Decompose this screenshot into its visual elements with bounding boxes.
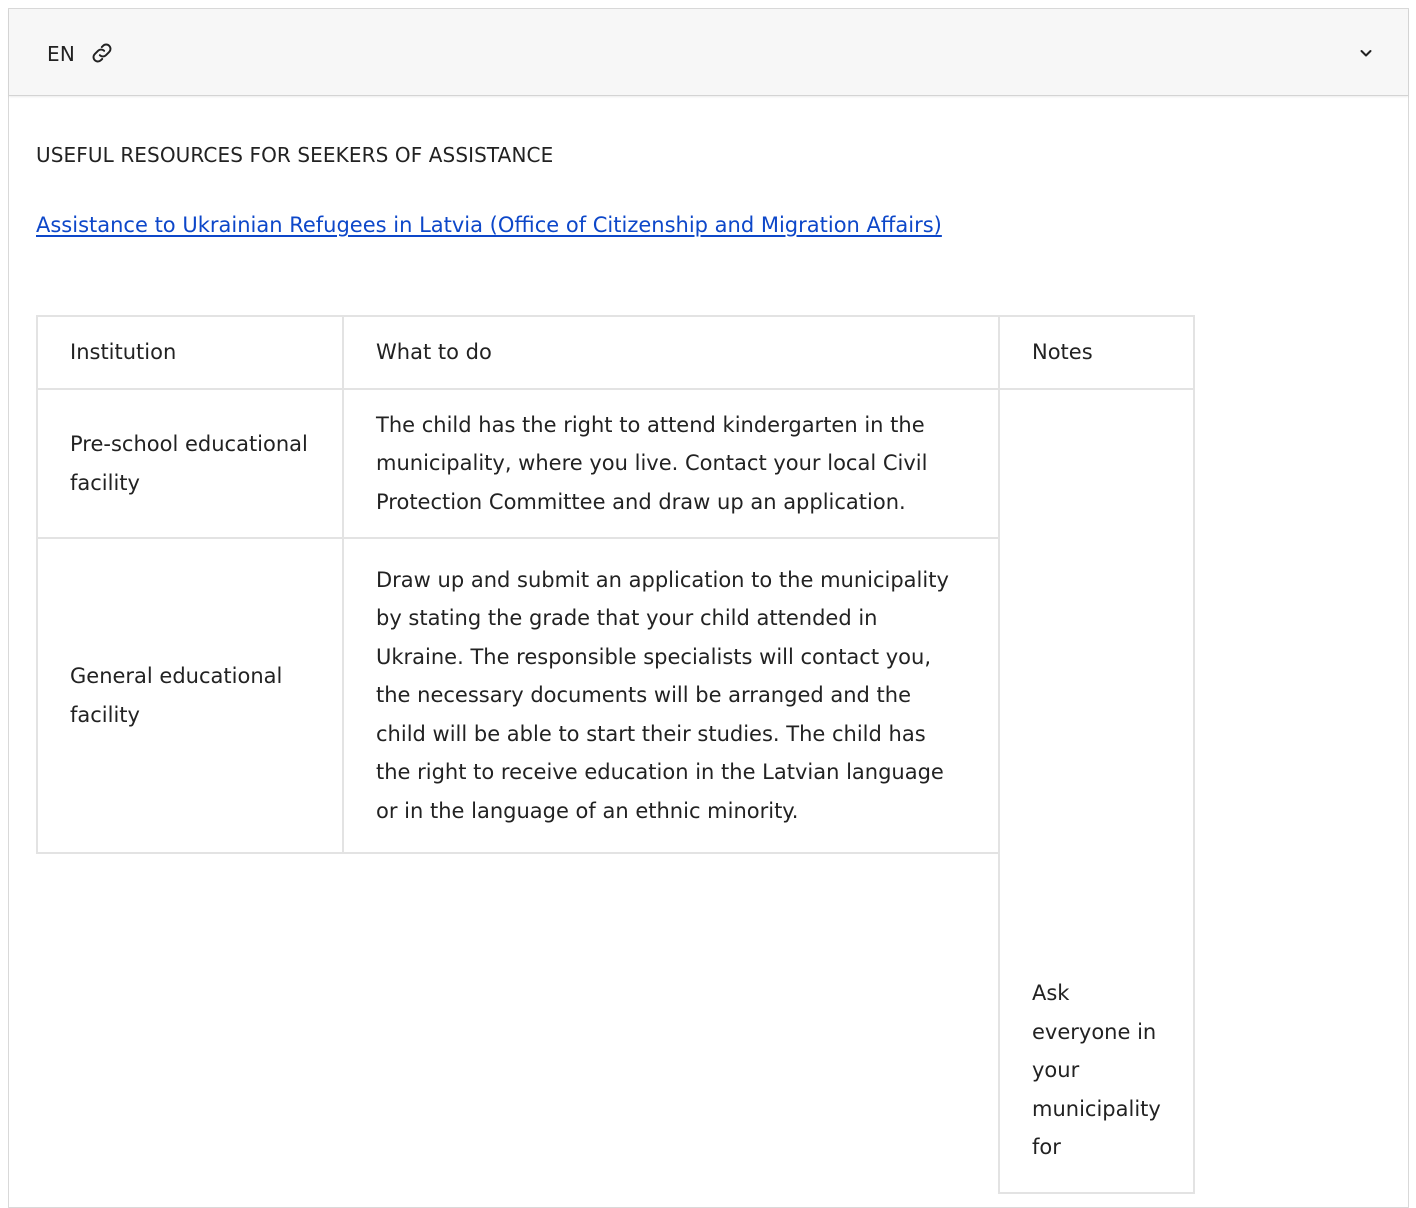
empty-cell — [37, 853, 999, 1193]
language-label: EN — [47, 42, 75, 66]
table-row: Pre-school educational facility The chil… — [36, 388, 1195, 1194]
refugee-assistance-link[interactable]: Assistance to Ukrainian Refugees in Latv… — [36, 213, 942, 237]
what-to-do-cell: The child has the right to attend kinder… — [342, 388, 1000, 539]
header-institution: Institution — [36, 315, 344, 390]
chevron-down-icon[interactable] — [1358, 45, 1374, 61]
institution-cell: General educational facility — [36, 537, 344, 854]
notes-cell: Ask everyone in your municipality for — [998, 388, 1195, 1194]
institution-cell: Pre-school educational facility — [36, 388, 344, 539]
what-to-do-cell: Draw up and submit an application to the… — [342, 537, 1000, 854]
table-header-row: Institution What to do Notes — [36, 315, 1195, 390]
section-heading: USEFUL RESOURCES FOR SEEKERS OF ASSISTAN… — [36, 143, 554, 167]
accordion-header[interactable]: EN — [9, 9, 1408, 96]
education-table: Institution What to do Notes Pre-school … — [36, 315, 1195, 1194]
header-what-to-do: What to do — [342, 315, 1000, 390]
header-notes: Notes — [998, 315, 1195, 390]
link-icon[interactable] — [89, 40, 115, 66]
